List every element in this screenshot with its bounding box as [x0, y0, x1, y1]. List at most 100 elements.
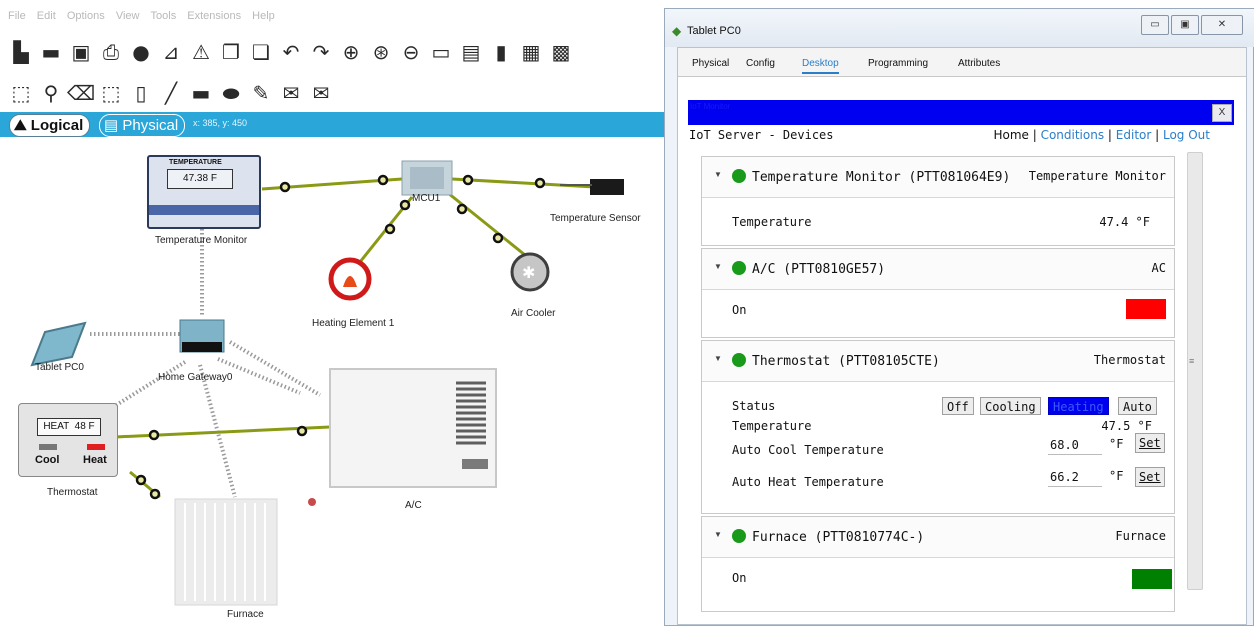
new-file-icon[interactable]: ▙ [8, 40, 34, 64]
save-icon[interactable]: ▣ [68, 40, 94, 64]
draw-line-icon[interactable]: ╱ [158, 81, 184, 105]
inspect-icon[interactable]: ⚲ [38, 81, 64, 105]
device-header[interactable]: ▼ Thermostat (PTT08105CTE) Thermostat [702, 341, 1174, 382]
status-off-button[interactable]: Off [942, 397, 974, 415]
freeform-icon[interactable]: ✎ [248, 81, 274, 105]
custom-device-icon[interactable]: ▤ [458, 40, 484, 64]
tab-logical[interactable]: ⛰ Logical [9, 114, 91, 137]
tab-physical-device[interactable]: Physical [692, 58, 729, 69]
scrollbar-thumb[interactable] [1187, 152, 1203, 590]
tab-programming[interactable]: Programming [868, 58, 928, 69]
status-cooling-button[interactable]: Cooling [980, 397, 1041, 415]
tab-config[interactable]: Config [746, 58, 775, 69]
menu-file[interactable]: File [8, 10, 26, 22]
zoom-in-icon[interactable]: ⊕ [338, 40, 364, 64]
air-cooler-label: Air Cooler [511, 308, 556, 319]
menu-extensions[interactable]: Extensions [187, 10, 241, 22]
menu-edit[interactable]: Edit [37, 10, 56, 22]
network-info-icon[interactable]: ⚠ [188, 40, 214, 64]
temperature-label: Temperature [732, 215, 812, 229]
auto-heat-set-button[interactable]: Set [1135, 467, 1165, 487]
minimize-button[interactable]: ▭ [1141, 15, 1169, 35]
on-label: On [732, 571, 747, 585]
auto-cool-label: Auto Cool Temperature [732, 443, 884, 457]
thermostat-device[interactable]: HEAT 48 F Cool Heat [18, 403, 118, 477]
open-folder-icon[interactable]: ▬ [38, 40, 64, 64]
status-buttons: Off Cooling Heating Auto [702, 397, 1174, 419]
edit-toolbar: ⬚ ⚲ ⌫ ⬚ ▯ ╱ ▬ ⬬ ✎ ✉ ✉ [8, 79, 338, 107]
page-title: IoT Server - Devices [689, 128, 834, 142]
temperature-sensor-icon [590, 179, 624, 195]
tab-physical-label: Physical [122, 117, 179, 134]
info-icon[interactable]: ● [128, 40, 154, 64]
draw-ellipse-icon[interactable]: ⬬ [218, 81, 244, 105]
status-heating-button[interactable]: Heating [1048, 397, 1109, 415]
auto-cool-input[interactable] [1048, 435, 1102, 455]
resize-shape-icon[interactable]: ⬚ [98, 81, 124, 105]
maximize-button[interactable]: ▣ [1171, 15, 1199, 35]
vertical-scrollbar[interactable]: ≡ [1183, 146, 1205, 636]
wireless-links [90, 229, 322, 498]
redo-icon[interactable]: ↷ [308, 40, 334, 64]
zoom-reset-icon[interactable]: ⊛ [368, 40, 394, 64]
close-window-button[interactable]: ✕ [1201, 15, 1243, 35]
tab-attributes[interactable]: Attributes [958, 58, 1000, 69]
pdu-list-icon[interactable]: ▮ [488, 40, 514, 64]
undo-icon[interactable]: ↶ [278, 40, 304, 64]
select-icon[interactable]: ⬚ [8, 81, 34, 105]
ac-on-indicator[interactable] [1126, 299, 1166, 319]
furnace-on-indicator[interactable] [1132, 569, 1172, 589]
menu-help[interactable]: Help [252, 10, 275, 22]
delete-icon[interactable]: ⌫ [67, 81, 95, 105]
place-note-icon[interactable]: ▯ [128, 81, 154, 105]
nav-links: Home | Conditions | Editor | Log Out [993, 128, 1210, 142]
zoom-out-icon[interactable]: ⊖ [398, 40, 424, 64]
device-header[interactable]: ▼ Furnace (PTT0810774C-) Furnace [702, 517, 1174, 558]
topology-diagram: ✱ [30, 160, 624, 606]
expand-caret-icon[interactable]: ▼ [714, 354, 722, 363]
paste-icon[interactable]: ❏ [248, 40, 274, 64]
auto-heat-input[interactable] [1048, 467, 1102, 487]
nav-separator: | [1155, 128, 1163, 142]
mcu-label: MCU1 [412, 193, 441, 204]
expand-caret-icon[interactable]: ▼ [714, 170, 722, 179]
menu-tools[interactable]: Tools [151, 10, 177, 22]
device-tabs: Physical Config Desktop Programming Attr… [678, 48, 1246, 77]
expand-caret-icon[interactable]: ▼ [714, 530, 722, 539]
logical-icon: ⛰ [14, 117, 27, 134]
device-header[interactable]: ▼ Temperature Monitor (PTT081064E9) Temp… [702, 157, 1174, 198]
svg-text:✱: ✱ [522, 263, 535, 282]
nav-editor-link[interactable]: Editor [1116, 128, 1152, 142]
cluster-icon[interactable]: ▦ [518, 40, 544, 64]
nav-home-link[interactable]: Home [993, 128, 1028, 142]
device-header[interactable]: ▼ A/C (PTT0810GE57) AC [702, 249, 1174, 290]
add-complex-pdu-icon[interactable]: ✉ [308, 81, 334, 105]
temperature-monitor-device[interactable]: TEMPERATURE 47.38 F [147, 155, 261, 229]
copy-icon[interactable]: ❐ [218, 40, 244, 64]
nav-conditions-link[interactable]: Conditions [1041, 128, 1105, 142]
window-titlebar[interactable]: ◆ Tablet PC0 ▭ ▣ ✕ [665, 9, 1254, 47]
expand-caret-icon[interactable]: ▼ [714, 262, 722, 271]
window-title: Tablet PC0 [687, 25, 741, 37]
status-online-dot [732, 353, 746, 367]
tab-desktop[interactable]: Desktop [802, 58, 839, 74]
screenshot-icon[interactable]: ▩ [548, 40, 574, 64]
print-icon[interactable]: ⎙ [98, 40, 124, 64]
drawing-palette-icon[interactable]: ▭ [428, 40, 454, 64]
auto-cool-set-button[interactable]: Set [1135, 433, 1165, 453]
nav-logout-link[interactable]: Log Out [1163, 128, 1210, 142]
add-simple-pdu-icon[interactable]: ✉ [278, 81, 304, 105]
main-toolbar: ▙ ▬ ▣ ⎙ ● ⊿ ⚠ ❐ ❏ ↶ ↷ ⊕ ⊛ ⊖ ▭ ▤ ▮ ▦ ▩ [8, 38, 578, 66]
on-label: On [732, 303, 747, 317]
activity-wizard-icon[interactable]: ⊿ [158, 40, 184, 64]
menu-view[interactable]: View [116, 10, 140, 22]
browser-close-button[interactable]: X [1212, 104, 1232, 122]
status-auto-button[interactable]: Auto [1118, 397, 1157, 415]
tablet-window-icon: ◆ [672, 24, 682, 38]
auto-heat-unit: °F [1109, 469, 1124, 483]
menu-options[interactable]: Options [67, 10, 105, 22]
draw-rectangle-icon[interactable]: ▬ [188, 81, 214, 105]
furnace-status-dot [308, 498, 316, 506]
tab-physical[interactable]: ▤ Physical [99, 114, 186, 137]
logical-canvas[interactable]: ✱ TEMPERATURE 47.38 F Temperature Monito… [0, 137, 664, 626]
